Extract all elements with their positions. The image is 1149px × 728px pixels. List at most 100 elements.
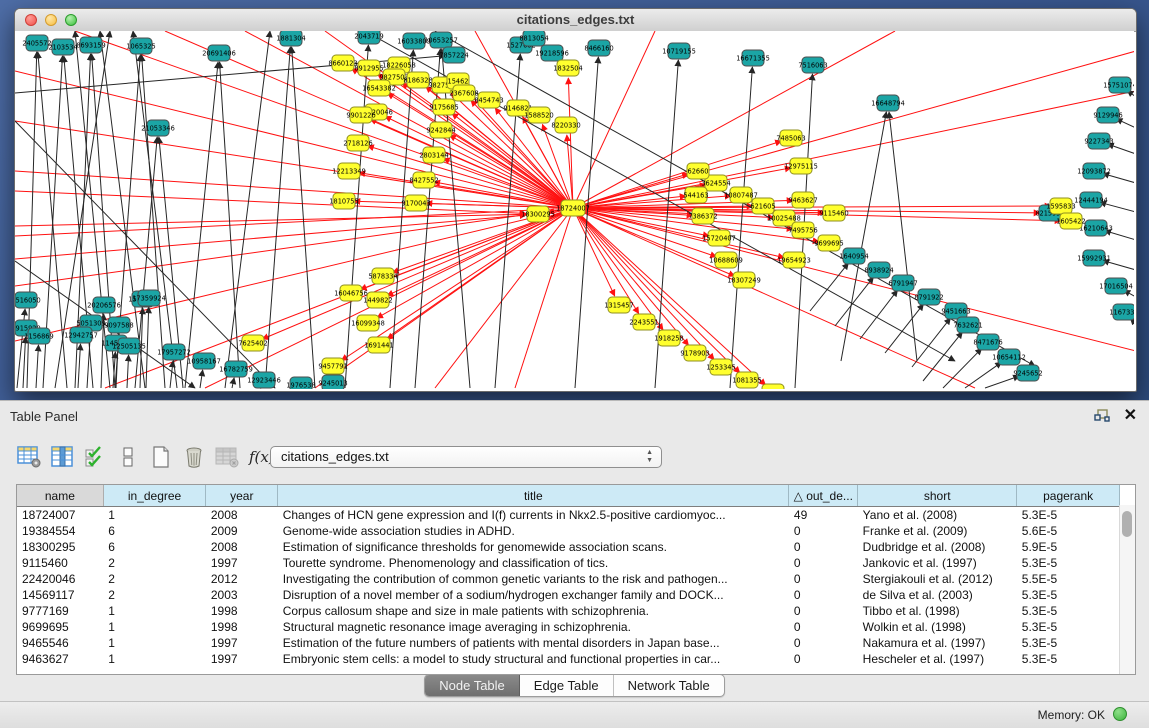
table-row[interactable]: 946554611997Estimation of the future num… <box>17 635 1120 651</box>
table-cell[interactable]: 0 <box>789 555 858 571</box>
graph-node[interactable]: 18307249 <box>727 272 761 288</box>
table-cell[interactable]: Estimation of the future numbers of pati… <box>278 635 789 651</box>
table-cell[interactable]: 1997 <box>206 635 278 651</box>
table-cell[interactable]: 14569117 <box>17 587 103 603</box>
graph-node[interactable]: 8791922 <box>914 289 943 305</box>
tab-edge-table[interactable]: Edge Table <box>520 675 614 696</box>
table-cell[interactable]: 9699695 <box>17 619 103 635</box>
graph-node[interactable]: 12093872 <box>1077 163 1111 179</box>
graph-node[interactable]: 16648794 <box>871 95 905 111</box>
graph-node[interactable]: 8220330 <box>551 117 580 133</box>
select-all-icon[interactable] <box>80 443 110 471</box>
graph-node[interactable]: 9242844 <box>426 122 455 138</box>
graph-node[interactable]: 9245013 <box>318 375 347 389</box>
table-cell[interactable]: 0 <box>789 571 858 587</box>
column-header-name[interactable]: name <box>17 485 103 507</box>
graph-node[interactable]: 5878334 <box>368 268 397 284</box>
graph-node[interactable]: 15751074 <box>1103 77 1134 93</box>
graph-node[interactable]: 10958167 <box>187 353 221 369</box>
table-row[interactable]: 1456911722003Disruption of a novel membe… <box>17 587 1120 603</box>
table-cell[interactable]: 1 <box>103 651 206 667</box>
tab-node-table[interactable]: Node Table <box>425 675 520 696</box>
graph-node[interactable]: 15992931 <box>1077 250 1111 266</box>
graph-node[interactable]: 9901226 <box>346 107 375 123</box>
node-attribute-table[interactable]: namein_degreeyeartitle△ out_de...shortpa… <box>17 485 1120 667</box>
graph-node[interactable]: 9178903 <box>680 345 709 361</box>
column-header-in_degree[interactable]: in_degree <box>103 485 206 507</box>
graph-node[interactable]: 1640954 <box>839 248 868 264</box>
table-cell[interactable]: 5.3E-5 <box>1017 619 1120 635</box>
table-cell[interactable]: Genome-wide association studies in ADHD. <box>278 523 789 539</box>
table-cell[interactable]: 2008 <box>206 539 278 555</box>
graph-node[interactable]: 1253345 <box>706 359 735 375</box>
table-cell[interactable]: Nakamura et al. (1997) <box>858 635 1017 651</box>
delete-column-trash-icon[interactable] <box>179 443 209 471</box>
table-cell[interactable]: 22420046 <box>17 571 103 587</box>
table-cell[interactable]: Embryonic stem cells: a model to study s… <box>278 651 789 667</box>
table-cell[interactable]: 2008 <box>206 507 278 524</box>
graph-node[interactable]: 2405572 <box>22 35 51 51</box>
network-canvas[interactable]: 2405572210353486931591065325206914061881… <box>15 31 1134 389</box>
table-cell[interactable]: Hescheler et al. (1997) <box>858 651 1017 667</box>
table-cell[interactable]: Franke et al. (2009) <box>858 523 1017 539</box>
graph-node[interactable]: 12213349 <box>332 163 366 179</box>
graph-node[interactable]: 1065325 <box>126 38 155 54</box>
graph-node[interactable]: 1167334 <box>1109 304 1134 320</box>
graph-node[interactable]: 1691441 <box>364 337 393 353</box>
graph-node[interactable]: 8427552 <box>409 172 438 188</box>
column-visibility-icon[interactable] <box>47 443 77 471</box>
graph-node[interactable]: 12923446 <box>247 372 281 388</box>
graph-node[interactable]: 9227343 <box>1084 133 1113 149</box>
graph-node[interactable]: 10719155 <box>662 43 696 59</box>
table-cell[interactable]: 1998 <box>206 619 278 635</box>
float-window-icon[interactable] <box>1093 408 1111 424</box>
graph-node[interactable]: 7516063 <box>798 57 827 73</box>
table-cell[interactable]: 2012 <box>206 571 278 587</box>
table-cell[interactable]: 2 <box>103 571 206 587</box>
graph-node[interactable]: 20206576 <box>87 297 121 313</box>
graph-node[interactable]: 12444194 <box>1074 192 1108 208</box>
table-selector-dropdown[interactable]: citations_edges.txt ▲▼ <box>270 446 662 468</box>
graph-node[interactable]: 2043719 <box>354 31 383 44</box>
table-cell[interactable]: 0 <box>789 619 858 635</box>
graph-node[interactable]: 2103534 <box>48 39 77 55</box>
table-cell[interactable]: Yano et al. (2008) <box>858 507 1017 524</box>
graph-node[interactable]: 1810755 <box>329 193 358 209</box>
graph-node[interactable]: 8813054 <box>519 31 548 46</box>
table-cell[interactable]: Tourette syndrome. Phenomenology and cla… <box>278 555 789 571</box>
table-cell[interactable]: 5.3E-5 <box>1017 555 1120 571</box>
graph-node[interactable]: 62660 <box>687 163 709 179</box>
table-vertical-scrollbar[interactable] <box>1119 505 1135 674</box>
table-cell[interactable]: 49 <box>789 507 858 524</box>
graph-node-hub[interactable]: 18724007 <box>556 200 590 216</box>
graph-node[interactable]: 1449822 <box>363 292 392 308</box>
graph-node[interactable]: 7625402 <box>238 335 267 351</box>
table-cell[interactable]: 1 <box>103 603 206 619</box>
table-cell[interactable]: 1 <box>103 635 206 651</box>
table-cell[interactable]: 18724007 <box>17 507 103 524</box>
table-cell[interactable]: 2 <box>103 587 206 603</box>
table-row[interactable]: 911546021997Tourette syndrome. Phenomeno… <box>17 555 1120 571</box>
table-cell[interactable]: 19384554 <box>17 523 103 539</box>
graph-node[interactable]: 621605 <box>750 198 775 214</box>
table-cell[interactable]: 2009 <box>206 523 278 539</box>
graph-node[interactable]: 6791947 <box>888 275 917 291</box>
table-cell[interactable]: 0 <box>789 539 858 555</box>
graph-node[interactable]: 19218596 <box>535 45 569 61</box>
table-cell[interactable]: Wolkin et al. (1998) <box>858 619 1017 635</box>
table-cell[interactable]: 5.3E-5 <box>1017 507 1120 524</box>
graph-node[interactable]: 1081355 <box>732 372 761 388</box>
table-cell[interactable]: 9777169 <box>17 603 103 619</box>
graph-node[interactable]: 1605422 <box>1056 213 1085 229</box>
table-row[interactable]: 1830029562008Estimation of significance … <box>17 539 1120 555</box>
table-cell[interactable]: 5.5E-5 <box>1017 571 1120 587</box>
graph-node[interactable]: 9357291 <box>758 384 787 389</box>
table-cell[interactable]: 5.3E-5 <box>1017 651 1120 667</box>
table-cell[interactable]: 1 <box>103 507 206 524</box>
graph-node[interactable]: 9129946 <box>1093 107 1122 123</box>
graph-window-titlebar[interactable]: citations_edges.txt <box>15 9 1136 32</box>
table-cell[interactable]: 9463627 <box>17 651 103 667</box>
graph-node[interactable]: 544163 <box>683 187 708 203</box>
table-cell[interactable]: 0 <box>789 651 858 667</box>
table-cell[interactable]: 5.3E-5 <box>1017 587 1120 603</box>
